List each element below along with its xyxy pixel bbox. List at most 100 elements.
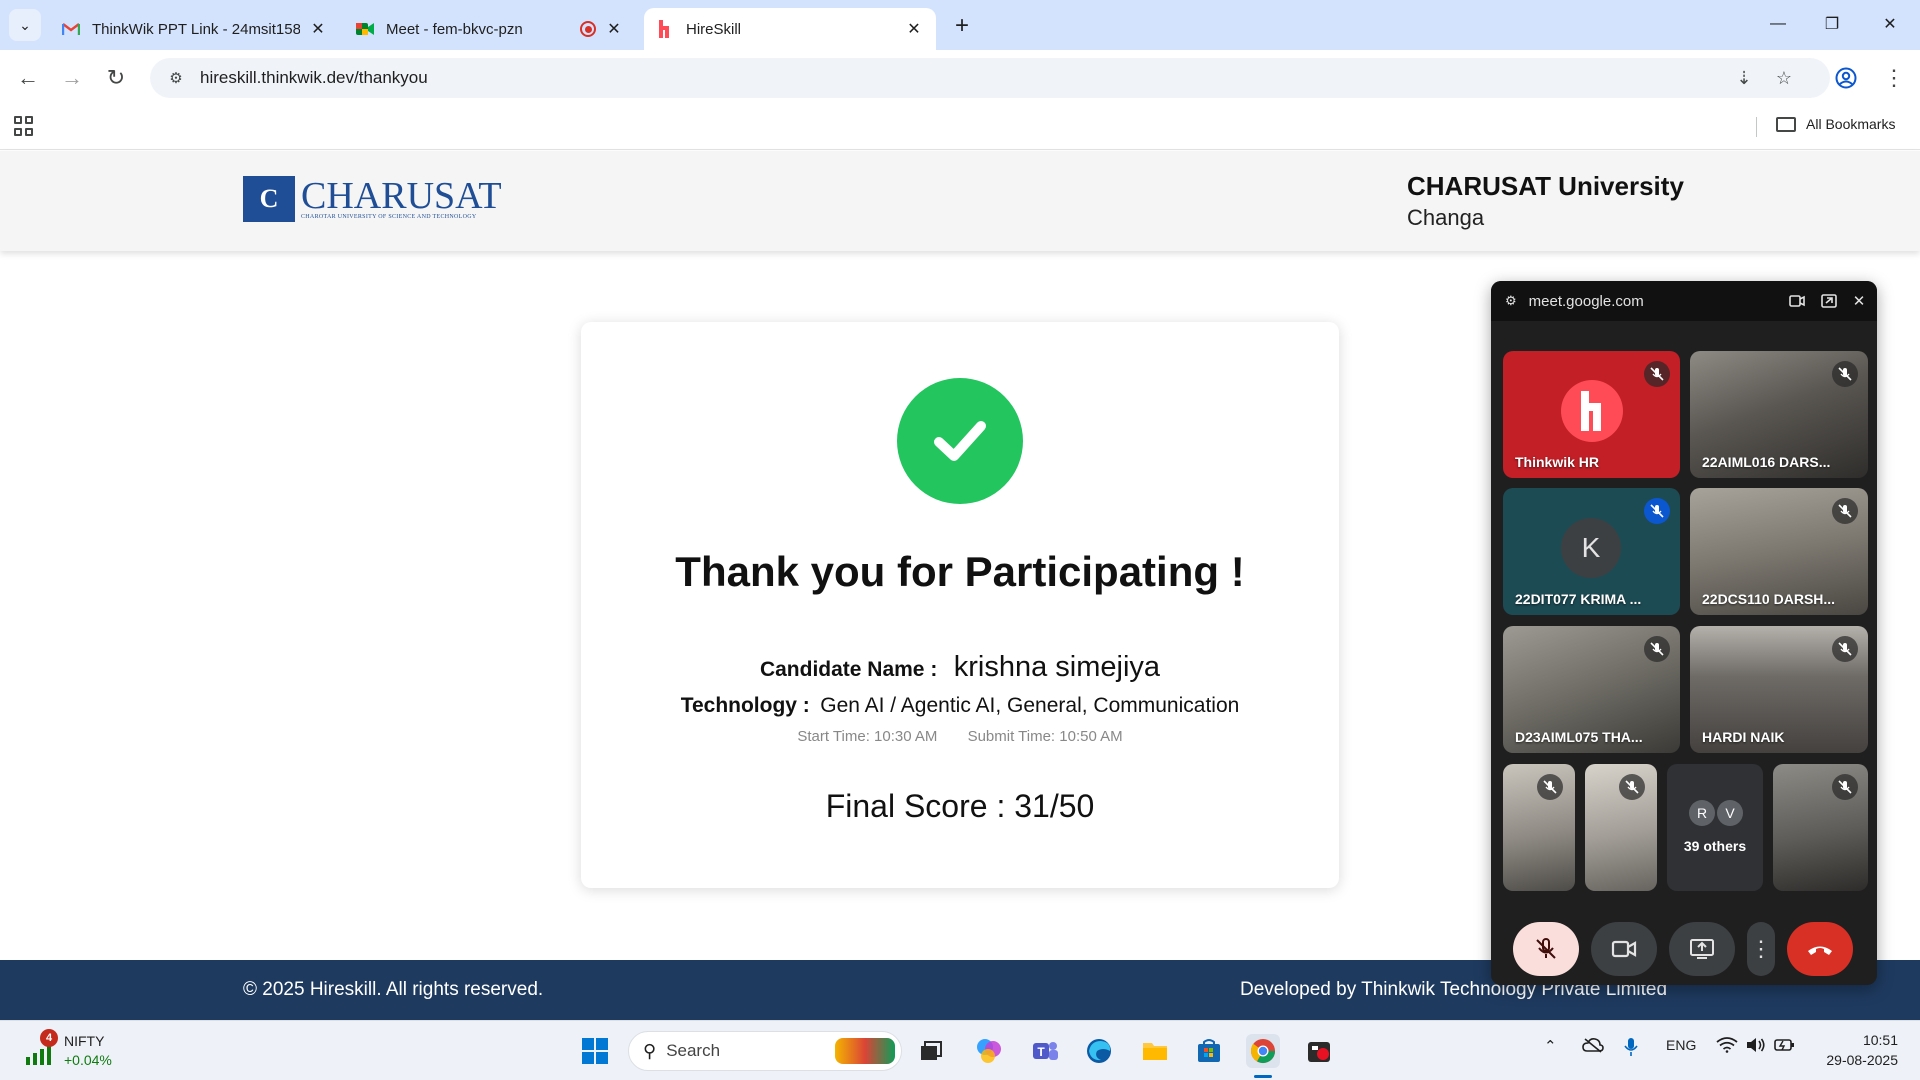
camera-icon[interactable]	[1785, 289, 1809, 313]
bookmark-star-icon[interactable]: ☆	[1768, 58, 1800, 98]
search-icon: ⚲	[643, 1040, 657, 1061]
reload-button[interactable]: ↻	[100, 62, 132, 94]
technology-value: Gen AI / Agentic AI, General, Communicat…	[820, 694, 1240, 717]
present-screen-button[interactable]	[1669, 922, 1735, 976]
leave-call-button[interactable]	[1787, 922, 1853, 976]
tab-gmail[interactable]: ThinkWik PPT Link - 24msit158 ✕	[50, 8, 340, 50]
edge-icon[interactable]	[1082, 1034, 1116, 1068]
mic-off-icon	[1619, 774, 1645, 800]
participant-tile[interactable]: Thinkwik HR	[1503, 351, 1680, 478]
site-settings-icon[interactable]: ⚙	[1505, 293, 1517, 309]
tab-hireskill[interactable]: HireSkill ✕	[644, 8, 936, 50]
back-button[interactable]: ←	[12, 62, 44, 94]
back-to-tab-icon[interactable]	[1817, 289, 1841, 313]
google-meet-icon	[356, 20, 374, 38]
participant-tile[interactable]: 22DCS110 DARSH...	[1690, 488, 1868, 615]
teams-icon[interactable]: T	[1028, 1034, 1062, 1068]
chevron-up-icon[interactable]: ⌃	[1544, 1037, 1557, 1055]
participant-tile[interactable]: HARDI NAIK	[1690, 626, 1868, 753]
participant-tile[interactable]: 22AIML016 DARS...	[1690, 351, 1868, 478]
participant-tile[interactable]: K 22DIT077 KRIMA ...	[1503, 488, 1680, 615]
close-icon[interactable]: ✕	[308, 19, 328, 39]
thinkwik-logo-icon	[1561, 380, 1623, 442]
taskbar-search[interactable]: ⚲ Search	[628, 1031, 902, 1071]
forward-button[interactable]: →	[56, 62, 88, 94]
others-tile[interactable]: R V 39 others	[1667, 764, 1763, 891]
mic-off-icon	[1644, 636, 1670, 662]
time-row: Start Time: 10:30 AM Submit Time: 10:50 …	[581, 728, 1339, 745]
onedrive-icon[interactable]	[1582, 1037, 1604, 1057]
mic-off-icon	[1832, 774, 1858, 800]
pip-title-bar[interactable]: ⚙ meet.google.com ✕	[1491, 281, 1877, 321]
candidate-label: Candidate Name :	[759, 658, 938, 681]
active-app-indicator	[1254, 1075, 1272, 1078]
logo-name: CHARUSAT	[301, 175, 502, 217]
pip-url: meet.google.com	[1528, 292, 1644, 310]
profile-icon[interactable]	[1830, 62, 1862, 94]
participant-tile[interactable]	[1585, 764, 1657, 891]
all-bookmarks-button[interactable]: All Bookmarks	[1776, 116, 1895, 132]
camera-toggle-button[interactable]	[1591, 922, 1657, 976]
close-icon[interactable]: ✕	[904, 19, 924, 39]
system-clock[interactable]: 10:51 29-08-2025	[1808, 1030, 1898, 1070]
final-score: Final Score : 31/50	[825, 788, 1095, 824]
task-view-icon[interactable]	[914, 1034, 948, 1068]
close-window-button[interactable]: ✕	[1868, 8, 1912, 40]
all-bookmarks-label: All Bookmarks	[1806, 116, 1896, 132]
wifi-icon[interactable]	[1716, 1037, 1738, 1057]
file-explorer-icon[interactable]	[1138, 1034, 1172, 1068]
svg-text:T: T	[1037, 1045, 1045, 1059]
windows-start-icon[interactable]	[578, 1034, 612, 1068]
apps-grid-icon[interactable]	[14, 116, 34, 136]
participant-tile[interactable]: D23AIML075 THA...	[1503, 626, 1680, 753]
language-indicator[interactable]: ENG	[1666, 1037, 1696, 1053]
candidate-name: krishna simejiya	[953, 651, 1161, 683]
charusat-logo: C CHARUSAT CHAROTAR UNIVERSITY OF SCIENC…	[243, 176, 502, 222]
participant-tile[interactable]	[1773, 764, 1868, 891]
participant-name: D23AIML075 THA...	[1515, 729, 1643, 745]
chrome-icon[interactable]	[1246, 1034, 1280, 1068]
url-text[interactable]: hireskill.thinkwik.dev/thankyou	[200, 68, 428, 88]
microsoft-store-icon[interactable]	[1192, 1034, 1226, 1068]
technology-row: Technology : Gen AI / Agentic AI, Genera…	[581, 694, 1339, 718]
close-icon[interactable]: ✕	[604, 19, 624, 39]
divider	[1756, 117, 1757, 137]
clock-time: 10:51	[1862, 1032, 1898, 1048]
minimize-button[interactable]: —	[1756, 8, 1800, 40]
microphone-icon[interactable]	[1624, 1037, 1638, 1061]
search-highlight-icon	[835, 1038, 895, 1064]
participant-name: Thinkwik HR	[1515, 454, 1600, 470]
tab-meet[interactable]: Meet - fem-bkvc-pzn ✕	[344, 8, 636, 50]
university-city: Changa	[1407, 205, 1485, 230]
new-tab-button[interactable]: +	[948, 12, 976, 40]
university-name: CHARUSAT University	[1407, 171, 1684, 201]
mic-off-icon	[1644, 361, 1670, 387]
mic-off-icon	[1536, 938, 1556, 959]
participant-name: 22DCS110 DARSH...	[1702, 591, 1836, 607]
participant-tile[interactable]	[1503, 764, 1575, 891]
menu-kebab-icon[interactable]: ⋮	[1878, 62, 1910, 94]
bookmarks-bar: All Bookmarks	[0, 106, 1920, 150]
copilot-icon[interactable]	[972, 1034, 1006, 1068]
success-check-icon	[897, 378, 1023, 504]
site-settings-icon[interactable]: ⚙	[156, 69, 196, 87]
menu-kebab-icon: ⋮	[1750, 936, 1772, 961]
participant-name: 22DIT077 KRIMA ...	[1515, 591, 1642, 607]
participant-name: 22AIML016 DARS...	[1702, 454, 1831, 470]
folder-icon	[1776, 116, 1796, 132]
volume-icon[interactable]	[1746, 1037, 1766, 1057]
mic-toggle-button[interactable]	[1513, 922, 1579, 976]
address-bar[interactable]: ⚙ hireskill.thinkwik.dev/thankyou ⇣ ☆	[150, 58, 1830, 98]
technology-label: Technology :	[680, 694, 810, 717]
app-icon[interactable]	[1302, 1034, 1336, 1068]
hireskill-icon	[656, 20, 674, 38]
more-options-button[interactable]: ⋮	[1747, 922, 1775, 976]
notification-badge: 4	[40, 1029, 58, 1047]
meet-pip-window[interactable]: ⚙ meet.google.com ✕ Thinkwik HR 22AIML01…	[1491, 281, 1877, 985]
install-app-icon[interactable]: ⇣	[1728, 58, 1760, 98]
tab-search-button[interactable]: ⌄	[9, 9, 41, 41]
restore-button[interactable]: ❐	[1810, 8, 1854, 40]
battery-icon[interactable]	[1774, 1037, 1796, 1057]
close-icon[interactable]: ✕	[1847, 289, 1871, 313]
others-count: 39 others	[1683, 838, 1747, 854]
